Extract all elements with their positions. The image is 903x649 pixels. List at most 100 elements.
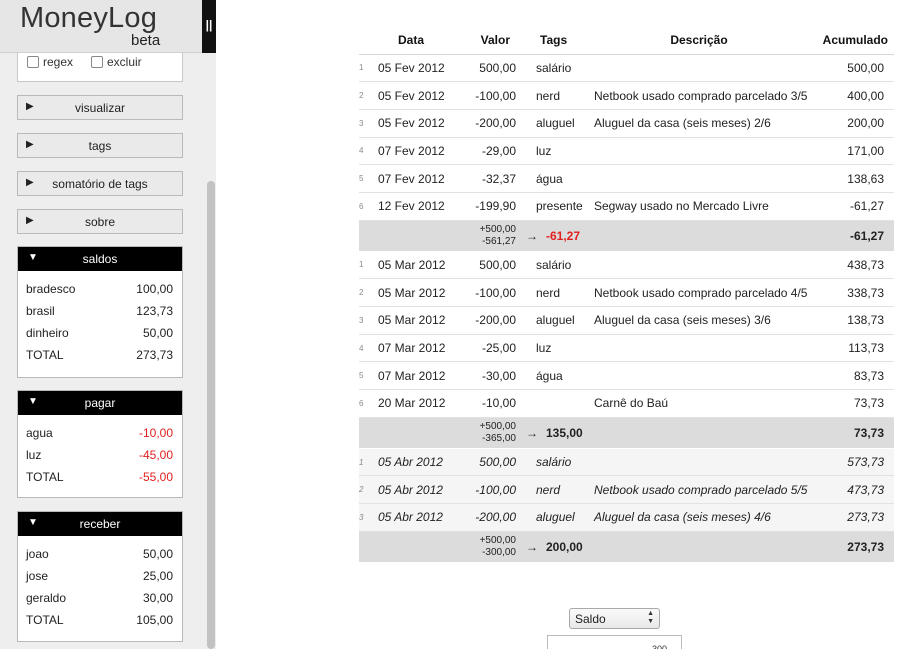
pagar-panel-header[interactable]: ▼ pagar	[18, 391, 182, 415]
table-row[interactable]: 3 05 Mar 2012 -200,00 aluguel Aluguel da cas…	[359, 306, 894, 335]
tags-cell[interactable]	[518, 389, 584, 418]
receber-row[interactable]: joao 50,00	[26, 543, 173, 565]
table-row[interactable]: 3 05 Abr 2012 -200,00 aluguel Aluguel da cas…	[359, 503, 894, 532]
date-cell: 05 Fev 2012	[372, 109, 450, 138]
tags-cell[interactable]: água	[518, 361, 584, 391]
description-cell	[584, 251, 814, 280]
accumulated-column-header[interactable]: Acumulado	[814, 26, 894, 55]
subtotal-positive: +500,00	[479, 534, 516, 546]
saldos-row[interactable]: dinheiro 50,00	[26, 322, 173, 344]
accumulated-cell: 473,73	[814, 475, 894, 505]
table-row[interactable]: 6 20 Mar 2012 -10,00 Carnê do Baú 73,73	[359, 389, 894, 418]
description-column-header[interactable]: Descrição	[584, 26, 814, 55]
row-number: 6	[359, 389, 372, 418]
accumulated-cell: 438,73	[814, 251, 894, 280]
pagar-row[interactable]: luz -45,00	[26, 444, 173, 466]
tag-summary-label: somatório de tags	[52, 177, 148, 191]
saldos-panel-header[interactable]: ▼ saldos	[18, 247, 182, 271]
table-row[interactable]: 5 07 Fev 2012 -32,37 água 138,63	[359, 164, 894, 193]
pagar-title: pagar	[84, 396, 116, 410]
value-column-header[interactable]: Valor	[450, 26, 518, 55]
receber-row[interactable]: jose 25,00	[26, 565, 173, 587]
value-cell: -32,37	[450, 164, 518, 193]
tags-cell[interactable]: aluguel	[518, 503, 584, 532]
subtotal-row: +500,00 -365,00 → 135,00 73,73	[359, 417, 894, 449]
accumulated-cell: 83,73	[814, 361, 894, 391]
table-row[interactable]: 4 07 Mar 2012 -25,00 luz 113,73	[359, 334, 894, 363]
accumulated-cell: 200,00	[814, 109, 894, 138]
accumulated-cell: 138,63	[814, 164, 894, 193]
table-row[interactable]: 5 07 Mar 2012 -30,00 água 83,73	[359, 361, 894, 391]
description-cell: Aluguel da casa (seis meses) 3/6	[584, 306, 814, 335]
tags-column-header[interactable]: Tags	[518, 26, 584, 55]
subtotal-cell: → 135,00	[518, 417, 584, 449]
sidebar-scrollbar-thumb[interactable]	[207, 181, 215, 649]
pagar-list: agua -10,00 luz -45,00 TOTAL -55,00	[18, 415, 182, 494]
account-value: 50,00	[142, 326, 173, 340]
value-cell: -100,00	[450, 278, 518, 307]
visualizar-toggle-button[interactable]: ▶ visualizar	[17, 95, 183, 120]
table-row[interactable]: 6 12 Fev 2012 -199,90 presente Segway usado …	[359, 192, 894, 221]
exclude-checkbox-box[interactable]	[91, 56, 103, 68]
row-number: 3	[359, 306, 372, 335]
row-number	[359, 220, 372, 252]
row-number: 1	[359, 448, 372, 477]
tags-cell[interactable]: nerd	[518, 475, 584, 505]
saldos-row[interactable]: brasil 123,73	[26, 300, 173, 322]
row-number: 2	[359, 278, 372, 307]
account-name: TOTAL	[26, 348, 64, 362]
tags-cell[interactable]: salário	[518, 54, 584, 83]
accumulated-cell: 113,73	[814, 334, 894, 363]
tags-toggle-button[interactable]: ▶ tags	[17, 133, 183, 158]
table-row[interactable]: 2 05 Mar 2012 -100,00 nerd Netbook usado com…	[359, 278, 894, 307]
table-row[interactable]: 1 05 Abr 2012 500,00 salário 573,73	[359, 448, 894, 477]
tags-cell[interactable]: luz	[518, 334, 584, 363]
receber-panel: ▼ receber joao 50,00 jose 25,00 geraldo 30,00…	[17, 511, 183, 642]
receber-row[interactable]: TOTAL 105,00	[26, 609, 173, 631]
sidebar-toggle-button[interactable]: ||	[202, 0, 216, 53]
receber-panel-header[interactable]: ▼ receber	[18, 512, 182, 536]
account-value: -45,00	[138, 448, 173, 462]
receber-row[interactable]: geraldo 30,00	[26, 587, 173, 609]
tags-cell[interactable]: salário	[518, 448, 584, 477]
table-row[interactable]: 2 05 Abr 2012 -100,00 nerd Netbook usado com…	[359, 475, 894, 505]
tags-cell[interactable]: salário	[518, 251, 584, 280]
sidebar-scrollbar[interactable]	[206, 53, 216, 649]
saldos-row[interactable]: bradesco 100,00	[26, 278, 173, 300]
tags-cell[interactable]: água	[518, 164, 584, 193]
date-column-header[interactable]: Data	[372, 26, 450, 55]
table-row[interactable]: 1 05 Mar 2012 500,00 salário 438,73	[359, 251, 894, 280]
table-row[interactable]: 2 05 Fev 2012 -100,00 nerd Netbook usado com…	[359, 81, 894, 110]
chart-series-select[interactable]: Saldo ▲ ▼	[569, 608, 660, 629]
account-value: 105,00	[136, 613, 173, 627]
row-number: 1	[359, 54, 372, 83]
value-cell: -200,00	[450, 109, 518, 138]
pagar-row[interactable]: agua -10,00	[26, 422, 173, 444]
date-cell	[372, 417, 450, 449]
description-cell: Netbook usado comprado parcelado 4/5	[584, 278, 814, 307]
date-cell: 07 Fev 2012	[372, 164, 450, 193]
accumulated-cell: 273,73	[814, 503, 894, 532]
tags-cell[interactable]: aluguel	[518, 306, 584, 335]
regex-checkbox-box[interactable]	[27, 56, 39, 68]
date-cell: 07 Fev 2012	[372, 137, 450, 166]
table-row[interactable]: 3 05 Fev 2012 -200,00 aluguel Aluguel da cas…	[359, 109, 894, 138]
tags-cell[interactable]: nerd	[518, 278, 584, 307]
regex-checkbox[interactable]: regex	[27, 55, 73, 69]
about-toggle-button[interactable]: ▶ sobre	[17, 209, 183, 234]
description-cell	[584, 361, 814, 391]
exclude-checkbox[interactable]: excluir	[91, 55, 142, 69]
subtotal-value: 135,00	[546, 425, 583, 440]
subtotal-value: 200,00	[546, 539, 583, 554]
saldos-title: saldos	[82, 252, 118, 266]
table-row[interactable]: 4 07 Fev 2012 -29,00 luz 171,00	[359, 137, 894, 166]
tags-cell[interactable]: presente	[518, 192, 584, 221]
pagar-row[interactable]: TOTAL -55,00	[26, 466, 173, 488]
accumulated-cell: -61,27	[814, 220, 894, 252]
tags-cell[interactable]: luz	[518, 137, 584, 166]
tags-cell[interactable]: nerd	[518, 81, 584, 110]
table-row[interactable]: 1 05 Fev 2012 500,00 salário 500,00	[359, 54, 894, 83]
tags-cell[interactable]: aluguel	[518, 109, 584, 138]
saldos-row[interactable]: TOTAL 273,73	[26, 344, 173, 366]
tag-summary-toggle-button[interactable]: ▶ somatório de tags	[17, 171, 183, 196]
